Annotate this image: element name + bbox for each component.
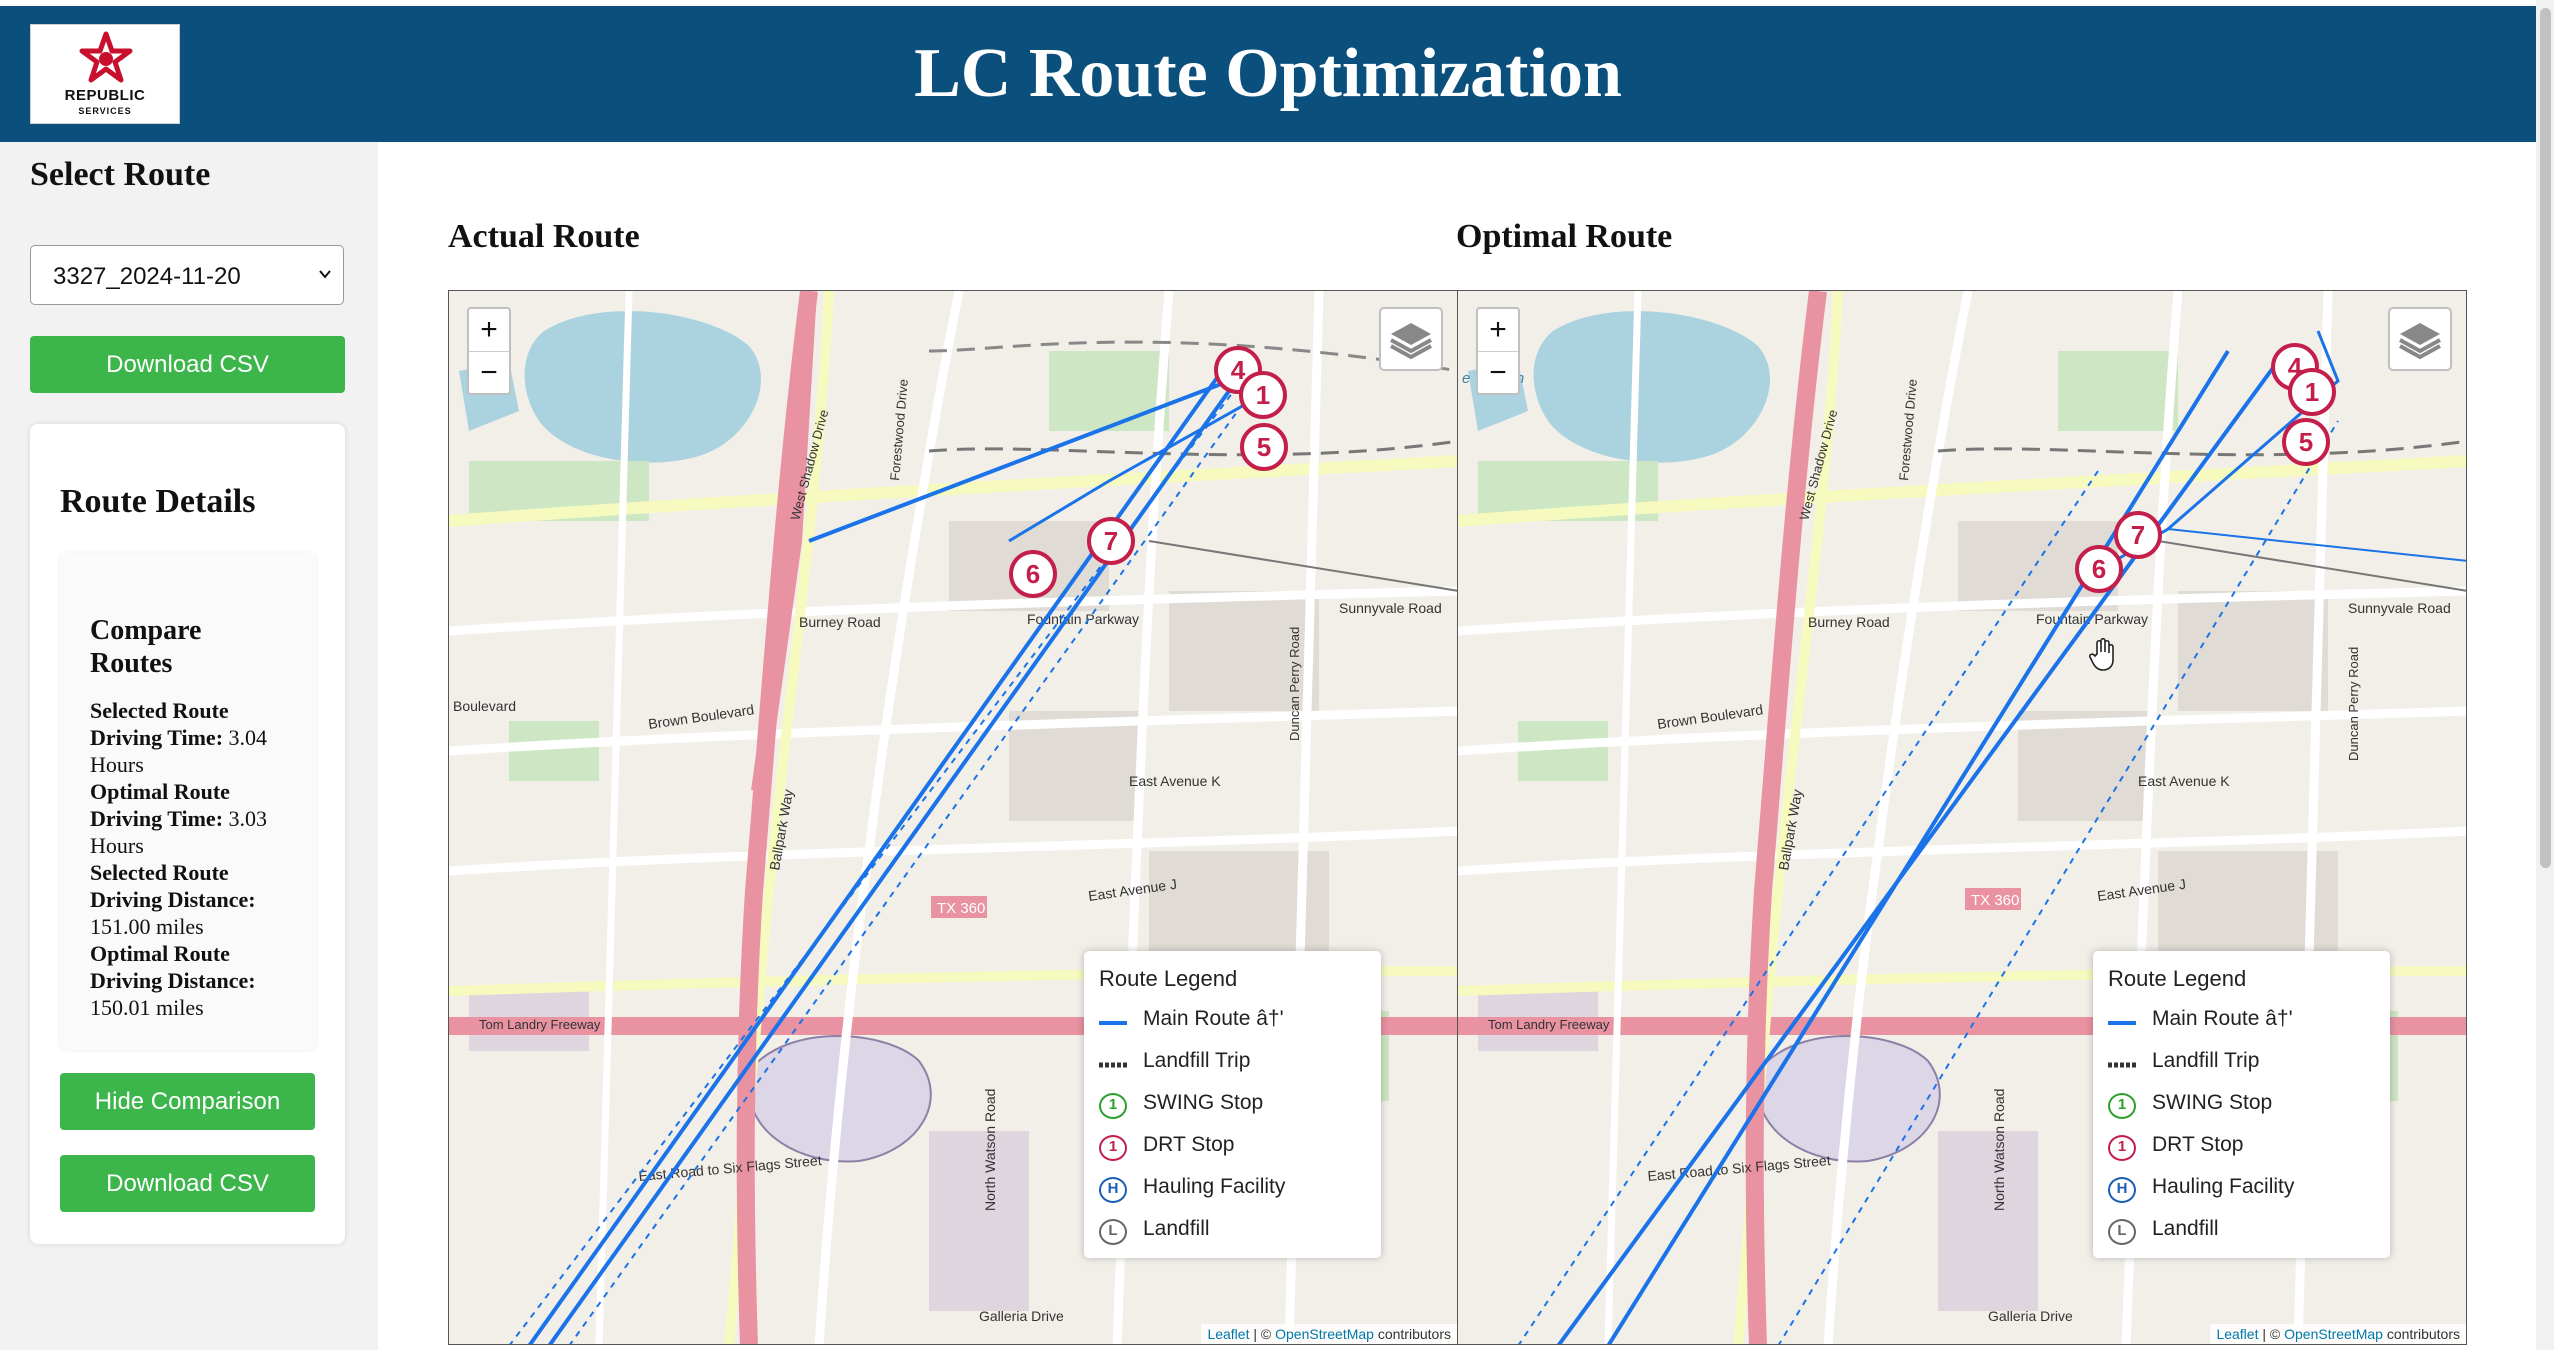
landfill-trip-line-icon [2108,1062,2136,1068]
landfill-icon: L [1099,1219,1127,1245]
legend-title: Route Legend [2108,966,2247,991]
route-marker[interactable]: 6 [1009,550,1057,598]
main-route-line-icon [2108,1021,2136,1025]
svg-text:East Avenue K: East Avenue K [2138,773,2230,789]
svg-text:Tom Landry Freeway: Tom Landry Freeway [479,1017,601,1032]
route-marker[interactable]: 5 [1240,423,1288,471]
hauling-facility-icon: H [1099,1177,1127,1203]
svg-text:Sunnyvale Road: Sunnyvale Road [2348,600,2451,616]
zoom-in-button[interactable]: + [1478,309,1518,352]
layers-button[interactable] [1379,307,1443,371]
hauling-facility-icon: H [2108,1177,2136,1203]
leaflet-link[interactable]: Leaflet [2216,1326,2258,1342]
legend-label: Landfill Trip [1143,1049,1251,1072]
selected-time-label: Selected Route Driving Time: [90,698,229,750]
route-marker[interactable]: 7 [1087,517,1135,565]
swing-stop-icon: 1 [1099,1093,1127,1119]
hide-comparison-button[interactable]: Hide Comparison [60,1073,315,1130]
selected-distance-label: Selected Route Driving Distance: [90,860,256,912]
svg-text:North Watson Road: North Watson Road [982,1089,998,1211]
legend-title: Route Legend [1099,966,1238,991]
leaflet-link[interactable]: Leaflet [1207,1326,1249,1342]
legend-label: Landfill [1143,1217,1210,1240]
map-attribution: Leaflet | © OpenStreetMap contributors [2210,1324,2466,1344]
legend-label: SWING Stop [2152,1091,2273,1114]
osm-link[interactable]: OpenStreetMap [2284,1326,2383,1342]
optimal-route-heading: Optimal Route [1456,218,1673,255]
svg-text:Galleria Drive: Galleria Drive [1988,1308,2073,1324]
route-legend: Route Legend Main Route â†' Landfill Tri… [1084,951,1381,1258]
svg-text:East Avenue K: East Avenue K [1129,773,1221,789]
layers-button[interactable] [2388,307,2452,371]
legend-label: Main Route â†' [1143,1007,1284,1030]
legend-label: Hauling Facility [1143,1175,1286,1198]
select-route-heading: Select Route [30,156,211,193]
svg-text:Burney Road: Burney Road [1808,614,1890,630]
route-marker[interactable]: 6 [2075,545,2123,593]
chevron-down-icon [319,270,331,279]
zoom-control: + − [467,307,511,395]
legend-label: DRT Stop [1143,1133,1235,1156]
drt-stop-icon: 1 [2108,1135,2136,1161]
page-title: LC Route Optimization [914,35,1622,112]
actual-route-heading: Actual Route [448,218,640,255]
layers-icon [1390,323,1432,360]
route-details-heading: Route Details [60,483,256,520]
route-marker[interactable]: 5 [2282,418,2330,466]
svg-text:Duncan Perry Road: Duncan Perry Road [2346,647,2361,761]
route-marker[interactable]: 7 [2114,511,2162,559]
svg-text:North Watson Road: North Watson Road [1991,1089,2007,1211]
legend-label: Hauling Facility [2152,1175,2295,1198]
landfill-trip-line-icon [1099,1062,1127,1068]
download-csv-button[interactable]: Download CSV [30,336,345,393]
map-attribution: Leaflet | © OpenStreetMap contributors [1201,1324,1457,1344]
actual-route-map[interactable]: Burney Road Fountain Parkway Sunnyvale R… [448,290,1458,1345]
optimal-distance-label: Optimal Route Driving Distance: [90,941,256,993]
route-marker[interactable]: 1 [1239,371,1287,419]
hand-cursor-icon [2089,638,2114,671]
optimal-route-map[interactable]: e Viridian Burney Road Fountain Parkway … [1457,290,2467,1345]
zoom-out-button[interactable]: − [469,352,509,394]
legend-label: Main Route â†' [2152,1007,2293,1030]
selected-distance-value: 151.00 miles [90,914,204,939]
swing-stop-icon: 1 [2108,1093,2136,1119]
attribution-contributors: contributors [2382,1326,2460,1342]
svg-text:Duncan Perry Road: Duncan Perry Road [1287,627,1302,741]
drt-stop-icon: 1 [1099,1135,1127,1161]
layers-icon [2399,323,2441,360]
legend-label: Landfill Trip [2152,1049,2260,1072]
zoom-in-button[interactable]: + [469,309,509,352]
landfill-icon: L [2108,1219,2136,1245]
svg-text:Sunnyvale Road: Sunnyvale Road [1339,600,1442,616]
svg-text:TX 360: TX 360 [937,900,985,917]
svg-text:TX 360: TX 360 [1971,892,2019,909]
compare-stats: Selected Route Driving Time: 3.04 Hours … [90,697,300,1021]
svg-text:Tom Landry Freeway: Tom Landry Freeway [1488,1017,1610,1032]
osm-link[interactable]: OpenStreetMap [1275,1326,1374,1342]
attribution-separator: | © [1249,1326,1276,1342]
download-csv-comparison-button[interactable]: Download CSV [60,1155,315,1212]
zoom-control: + − [1476,307,1520,395]
svg-text:Burney Road: Burney Road [799,614,881,630]
route-select-value: 3327_2024-11-20 [53,263,241,290]
attribution-separator: | © [2258,1326,2285,1342]
legend-label: Landfill [2152,1217,2219,1240]
svg-text:Galleria Drive: Galleria Drive [979,1308,1064,1324]
scrollbar-thumb[interactable] [2540,8,2551,868]
zoom-out-button[interactable]: − [1478,352,1518,394]
legend-label: DRT Stop [2152,1133,2244,1156]
optimal-distance-value: 150.01 miles [90,995,204,1020]
attribution-contributors: contributors [1373,1326,1451,1342]
route-marker[interactable]: 1 [2288,368,2336,416]
route-select[interactable]: 3327_2024-11-20 [30,245,344,305]
optimal-time-label: Optimal Route Driving Time: [90,779,230,831]
svg-text:Boulevard: Boulevard [453,698,516,714]
main-route-line-icon [1099,1021,1127,1025]
compare-routes-heading: Compare Routes [90,615,202,679]
route-legend: Route Legend Main Route â†' Landfill Tri… [2093,951,2390,1258]
legend-label: SWING Stop [1143,1091,1264,1114]
